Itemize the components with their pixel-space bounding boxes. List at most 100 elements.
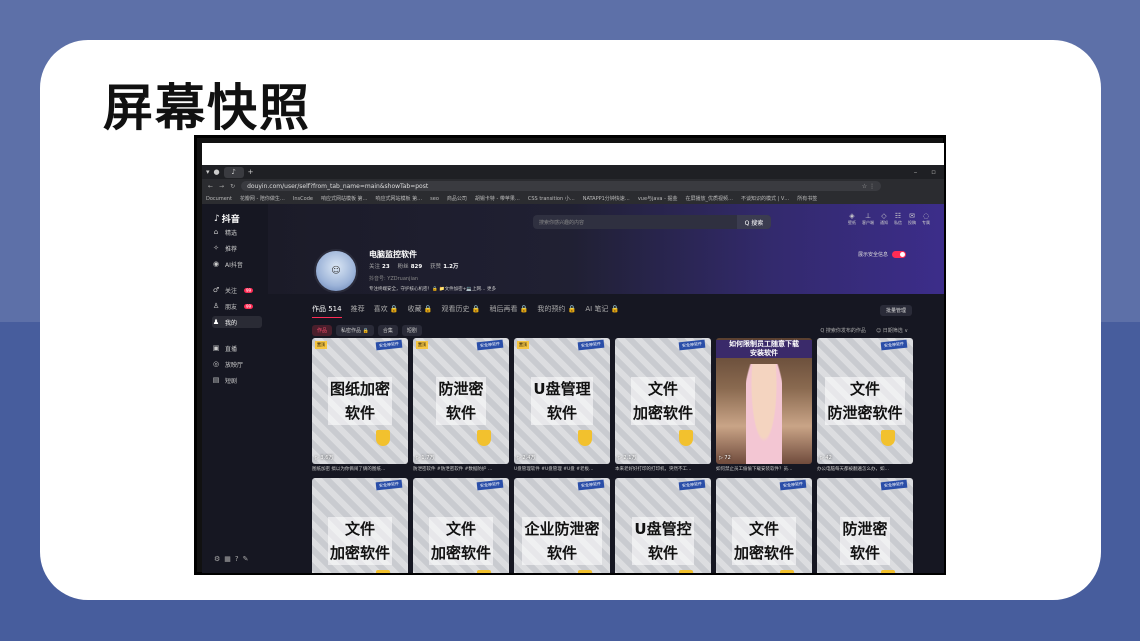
- profile-tab[interactable]: AI 笔记 🔒: [585, 304, 619, 318]
- bookmark-item[interactable]: 所有书签: [797, 195, 817, 202]
- video-thumbnail[interactable]: 安全神软件 防泄密 软件: [817, 478, 913, 573]
- thumbnail-title: U盘管理 软件: [531, 377, 593, 425]
- date-filter-dropdown[interactable]: ☺ 日期筛选 ∨: [876, 327, 908, 334]
- video-item[interactable]: 如何限制员工随意下载 安装软件 ▷ 72 如何禁止员工偷偷下载安装软件？员…: [716, 338, 812, 474]
- grid-icon[interactable]: ▦: [224, 555, 231, 563]
- sidebar-item[interactable]: ▤ 短剧: [212, 374, 262, 386]
- profile-tab[interactable]: 推荐: [351, 304, 365, 318]
- filter-chip[interactable]: 合集: [377, 325, 398, 336]
- bookmark-item[interactable]: 商品公司: [447, 195, 467, 202]
- url-actions-icon[interactable]: ☆ ⋮: [862, 183, 875, 190]
- video-item[interactable]: 安全神软件 U盘管理 软件 置顶 ▷ 2.4万 U盘管理软件 #U盘管理 #U盘 #老板…: [514, 338, 610, 474]
- video-thumbnail[interactable]: 安全神软件 文件 加密软件: [716, 478, 812, 573]
- new-tab-icon[interactable]: +: [248, 168, 254, 176]
- bookmark-item[interactable]: 不谈知识的模式 | V…: [741, 195, 789, 202]
- bookmark-item[interactable]: 响应式网站模板 第…: [321, 195, 368, 202]
- profile-tab[interactable]: 喜欢 🔒: [374, 304, 399, 318]
- video-thumbnail[interactable]: 安全神软件 文件 加密软件: [312, 478, 408, 573]
- avatar[interactable]: ☺: [314, 249, 358, 293]
- header-icon-button[interactable]: ✉ 投稿: [908, 212, 916, 226]
- profile-tab[interactable]: 收藏 🔒: [408, 304, 433, 318]
- header-icon-button[interactable]: ◈ 壁纸: [848, 212, 856, 226]
- sidebar-item[interactable]: ◎ 放映厅: [212, 358, 262, 370]
- bookmark-item[interactable]: 花瓣网 - 陪你做生…: [240, 195, 285, 202]
- sidebar-item-label: 关注: [225, 287, 238, 295]
- filter-chip[interactable]: 作品: [312, 325, 333, 336]
- toggle-switch[interactable]: [892, 251, 906, 258]
- profile-tab[interactable]: 作品 514: [312, 304, 342, 318]
- forward-icon[interactable]: →: [219, 183, 224, 190]
- sidebar-item[interactable]: ▣ 直播: [212, 342, 262, 354]
- sidebar-item[interactable]: ✧ 推荐: [212, 242, 262, 254]
- url-field[interactable]: douyin.com/user/self?from_tab_name=main&…: [241, 181, 882, 191]
- search-works-input[interactable]: Q 搜索你发布的作品: [820, 327, 866, 334]
- video-thumbnail[interactable]: 安全神软件 图纸加密 软件 置顶 ▷ 3.6万: [312, 338, 408, 464]
- video-item[interactable]: 安全神软件 文件 加密软件: [413, 478, 509, 573]
- video-item[interactable]: 安全神软件 U盘管控 软件: [615, 478, 711, 573]
- header-icon-button[interactable]: ◌ 专属: [922, 212, 930, 226]
- header-icon-button[interactable]: ☷ 私信: [894, 212, 902, 226]
- video-thumbnail[interactable]: 安全神软件 文件 加密软件: [413, 478, 509, 573]
- video-item[interactable]: 安全神软件 图纸加密 软件 置顶 ▷ 3.6万 图纸加密 搞以为你俩闹了俩的图纸…: [312, 338, 408, 474]
- search-button[interactable]: Q 搜索: [737, 215, 771, 229]
- browser-tab-active[interactable]: ♪: [223, 166, 244, 178]
- filter-chip[interactable]: 私密作品 🔒: [336, 325, 374, 336]
- profile-tab[interactable]: 观看历史 🔒: [442, 304, 481, 318]
- follow-stat[interactable]: 关注 23: [369, 262, 390, 270]
- search-input[interactable]: 搜索你感兴趣的内容: [539, 219, 584, 226]
- video-thumbnail[interactable]: 安全神软件 U盘管理 软件 置顶 ▷ 2.4万: [514, 338, 610, 464]
- bookmark-item[interactable]: vue与java - 掘金: [638, 195, 678, 202]
- filter-chip[interactable]: 短剧: [401, 325, 422, 336]
- header-icon: ✉: [909, 212, 915, 220]
- header-icon-button[interactable]: ◇ 通知: [880, 212, 888, 226]
- video-thumbnail[interactable]: 安全神软件 U盘管控 软件: [615, 478, 711, 573]
- douyin-logo-icon: ♪: [214, 213, 220, 224]
- fans-stat[interactable]: 粉丝 829: [398, 262, 423, 270]
- bookmark-item[interactable]: Document: [206, 196, 232, 202]
- safety-toggle[interactable]: 展示安全信息: [858, 251, 906, 258]
- profile-tab[interactable]: 稍后再看 🔒: [489, 304, 528, 318]
- feedback-icon[interactable]: ✎: [243, 555, 249, 563]
- sidebar-item[interactable]: ⌂ 精选: [212, 226, 262, 238]
- video-item[interactable]: 安全神软件 文件 加密软件: [312, 478, 408, 573]
- video-thumbnail[interactable]: 安全神软件 文件 加密软件 ▷ 2.1万: [615, 338, 711, 464]
- batch-manage-button[interactable]: 批量管理: [879, 305, 912, 316]
- bookmark-item[interactable]: 在屏播放_优质视频…: [685, 195, 733, 202]
- video-item[interactable]: 安全神软件 企业防泄密 软件: [514, 478, 610, 573]
- reload-icon[interactable]: ↻: [230, 183, 235, 190]
- restore-icon[interactable]: ▫: [931, 168, 936, 176]
- video-item[interactable]: 安全神软件 防泄密 软件: [817, 478, 913, 573]
- bookmark-item[interactable]: CSS transition 小…: [528, 195, 575, 202]
- tab-menu-icon[interactable]: ▾: [206, 168, 210, 176]
- header-icon-button[interactable]: ⊥ 客户端: [862, 212, 874, 226]
- video-thumbnail[interactable]: 安全神软件 企业防泄密 软件: [514, 478, 610, 573]
- thumbnail-title: 文件 加密软件: [731, 517, 796, 565]
- video-item[interactable]: 安全神软件 文件 防泄密软件 ▷ 42 办公电脑每天都被翻遍怎么办，如…: [817, 338, 913, 474]
- settings-icon[interactable]: ⚙: [214, 555, 220, 563]
- sidebar-item[interactable]: ◉ AI抖音: [212, 258, 262, 270]
- bookmark-item[interactable]: NATAPP1分钟快速…: [583, 195, 630, 202]
- bookmark-item[interactable]: 胡锡卡特 - 带苹果…: [475, 195, 520, 202]
- tab-favicon-icon[interactable]: ●: [214, 168, 220, 176]
- sidebar-item[interactable]: ♙ 朋友 99: [212, 300, 262, 312]
- video-item[interactable]: 安全神软件 文件 加密软件 ▷ 2.1万 本来老好好打印的打印机，突然不工…: [615, 338, 711, 474]
- help-icon[interactable]: ?: [235, 555, 239, 563]
- video-thumbnail[interactable]: 如何限制员工随意下载 安装软件 ▷ 72: [716, 338, 812, 464]
- video-item[interactable]: 安全神软件 文件 加密软件: [716, 478, 812, 573]
- sidebar-item[interactable]: ♂ 关注 99: [212, 284, 262, 296]
- video-item[interactable]: 安全神软件 防泄密 软件 置顶 ▷ 1.7万 防泄密软件 #防泄密软件 #数据防护 …: [413, 338, 509, 474]
- video-caption: 办公电脑每天都被翻遍怎么办，如…: [817, 467, 889, 472]
- video-thumbnail[interactable]: 安全神软件 文件 防泄密软件 ▷ 42: [817, 338, 913, 464]
- bookmark-item[interactable]: InsCode: [293, 196, 313, 202]
- sidebar-item[interactable]: ♟ 我的: [212, 316, 262, 328]
- profile-tab[interactable]: 我的预约 🔒: [537, 304, 576, 318]
- minimize-icon[interactable]: –: [914, 168, 918, 176]
- bookmark-item[interactable]: 响应式网站模板 第…: [376, 195, 423, 202]
- douyin-logo[interactable]: ♪ 抖音: [214, 212, 240, 226]
- shield-icon: [578, 570, 592, 573]
- back-icon[interactable]: ←: [208, 183, 213, 190]
- bookmark-item[interactable]: seo: [430, 196, 439, 202]
- search-box[interactable]: 搜索你感兴趣的内容 Q 搜索: [533, 215, 771, 229]
- play-count: ▷ 42: [820, 455, 832, 461]
- video-thumbnail[interactable]: 安全神软件 防泄密 软件 置顶 ▷ 1.7万: [413, 338, 509, 464]
